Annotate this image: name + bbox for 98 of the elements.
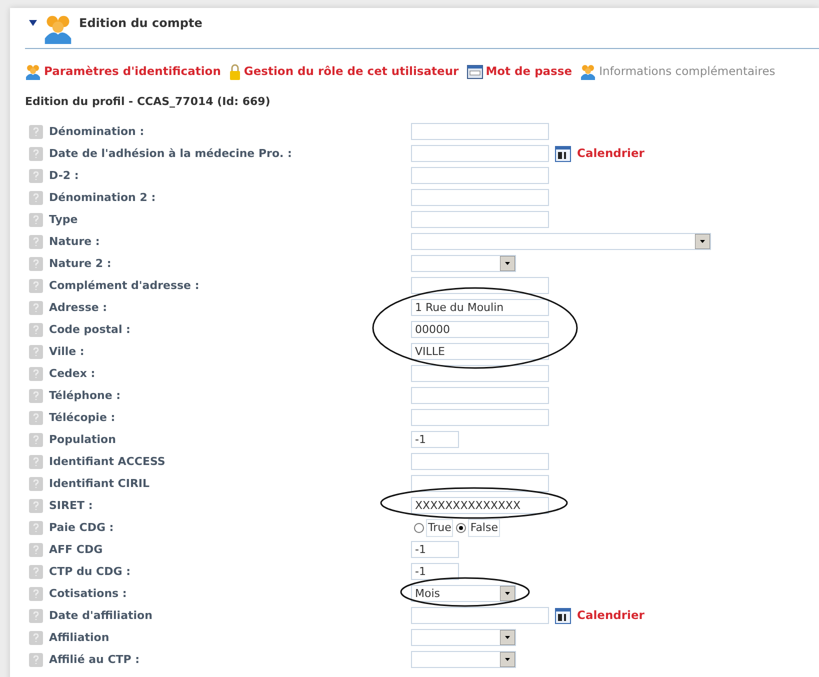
help-icon[interactable] [29,124,43,139]
help-icon[interactable] [29,278,43,293]
help-icon[interactable] [29,344,43,359]
date-field[interactable] [411,145,549,162]
text-field[interactable] [411,387,549,404]
users-icon [25,64,41,80]
calendar-icon[interactable] [555,146,571,162]
help-icon[interactable] [29,190,43,205]
help-icon[interactable] [29,146,43,161]
caret-icon [500,652,515,668]
caret-icon [500,586,515,602]
radio-label[interactable]: True [426,518,454,537]
text-field[interactable]: 1 Rue du Moulin [411,299,549,316]
text-field[interactable]: -1 [411,541,459,558]
users-icon [43,14,73,44]
help-icon[interactable] [29,476,43,491]
field-label: D-2 : [49,168,79,184]
dropdown[interactable] [411,651,516,668]
field-label: Affilié au CTP : [49,652,140,668]
text-field[interactable] [411,409,549,426]
dropdown[interactable] [411,233,711,250]
dropdown[interactable] [411,629,516,646]
users-icon [580,64,596,80]
field-label: CTP du CDG : [49,564,130,580]
field-label: Dénomination 2 : [49,190,156,206]
help-icon[interactable] [29,630,43,645]
text-field[interactable] [411,475,549,492]
text-field[interactable] [411,189,549,206]
tab-link[interactable]: Paramètres d'identification [25,63,221,80]
field-label: Date de l'adhésion à la médecine Pro. : [49,146,292,162]
calendar-icon[interactable] [555,608,571,624]
panel-title: Edition du compte [79,15,202,32]
collapse-triangle-icon[interactable] [29,20,37,26]
field-label: Complément d'adresse : [49,278,200,294]
field-label: Nature 2 : [49,256,112,272]
caret-icon [500,256,515,272]
help-icon[interactable] [29,212,43,227]
help-icon[interactable] [29,388,43,403]
password-field-icon [466,64,483,79]
field-label: Téléphone : [49,388,121,404]
help-icon[interactable] [29,300,43,315]
field-label: Identifiant ACCESS [49,454,166,470]
field-label: SIRET : [49,498,93,514]
profile-heading: Edition du profil - CCAS_77014 (Id: 669) [25,94,272,110]
field-label: Type [49,212,78,228]
text-field[interactable] [411,277,549,294]
text-field[interactable] [411,167,549,184]
help-icon[interactable] [29,586,43,601]
help-icon[interactable] [29,168,43,183]
help-icon[interactable] [29,454,43,469]
text-field[interactable]: -1 [411,431,459,448]
dropdown[interactable]: Mois [411,585,516,602]
field-label: Ville : [49,344,84,360]
help-icon[interactable] [29,432,43,447]
field-label: Cedex : [49,366,96,382]
help-icon[interactable] [29,652,43,667]
help-icon[interactable] [29,366,43,381]
help-icon[interactable] [29,410,43,425]
radio-button[interactable] [414,522,424,533]
text-field[interactable] [411,123,549,140]
date-field[interactable] [411,607,549,624]
help-icon[interactable] [29,520,43,535]
text-field[interactable]: VILLE [411,343,549,360]
field-label: Adresse : [49,300,108,316]
help-icon[interactable] [29,234,43,249]
field-label: AFF CDG [49,542,103,558]
field-label: Dénomination : [49,124,144,140]
field-label: Télécopie : [49,410,116,426]
help-icon[interactable] [29,564,43,579]
calendar-link[interactable]: Calendrier [577,607,644,624]
field-label: Identifiant CIRIL [49,476,150,492]
tab-link[interactable]: Gestion du rôle de cet utilisateur [228,63,459,80]
tab-link[interactable]: Mot de passe [466,63,572,80]
radio-label[interactable]: False [468,518,500,537]
text-field[interactable]: -1 [411,563,459,580]
help-icon[interactable] [29,256,43,271]
help-icon[interactable] [29,322,43,337]
caret-icon [695,234,710,250]
field-label: Nature : [49,234,100,250]
field-label: Date d'affiliation [49,608,152,624]
help-icon[interactable] [29,608,43,623]
field-label: Code postal : [49,322,130,338]
field-label: Affiliation [49,630,110,646]
field-label: Paie CDG : [49,520,114,536]
calendar-link[interactable]: Calendrier [577,145,644,162]
help-icon[interactable] [29,542,43,557]
field-label: Cotisations : [49,586,127,602]
text-field[interactable] [411,453,549,470]
text-field[interactable]: 00000 [411,321,549,338]
help-icon[interactable] [29,498,43,513]
padlock-icon [228,64,241,80]
field-label: Population [49,432,116,448]
text-field[interactable] [411,211,549,228]
caret-icon [500,630,515,646]
text-field[interactable] [411,365,549,382]
dropdown[interactable] [411,255,516,272]
radio-button[interactable] [456,522,466,533]
text-field[interactable]: XXXXXXXXXXXXXX [411,497,549,514]
